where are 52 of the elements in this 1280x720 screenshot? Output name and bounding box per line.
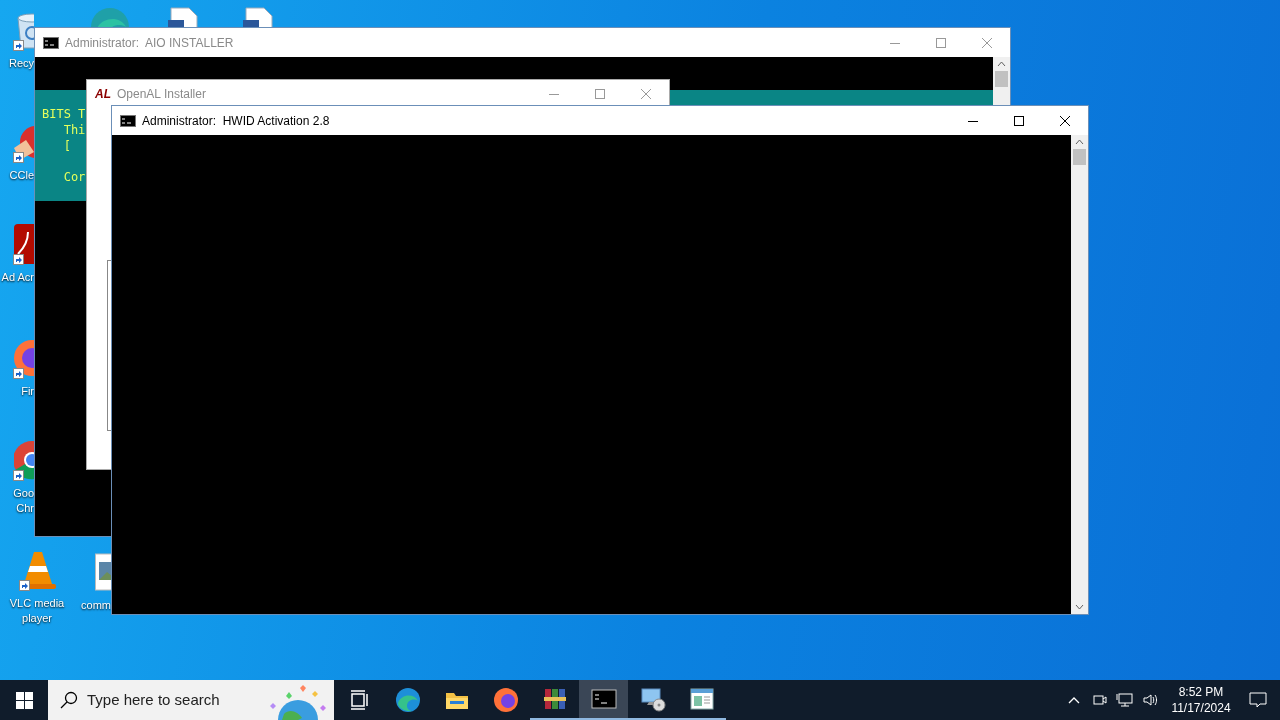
maximize-icon [1014, 115, 1024, 126]
shortcut-label: Recy [7, 56, 34, 71]
clock-date: 11/17/2024 [1171, 700, 1231, 716]
console-icon [590, 686, 617, 712]
maximize-icon [936, 37, 946, 48]
console-line: Cor [62, 169, 86, 185]
window-title: OpenAL Installer [117, 85, 206, 103]
shortcut-label: CCle [8, 168, 34, 183]
shortcut-label: VLC media player [8, 596, 66, 626]
application-window-icon [688, 686, 715, 712]
firefox-icon [492, 687, 519, 713]
archive-books-icon [541, 686, 568, 712]
close-icon [1060, 115, 1070, 126]
console-line: [ [62, 138, 71, 154]
shortcut-label: Fir [20, 384, 34, 399]
speech-bubble-icon [1249, 692, 1267, 708]
console-line: Thi [62, 122, 86, 138]
console-icon [43, 36, 59, 49]
shortcut-arrow-icon [13, 152, 24, 163]
scroll-thumb[interactable] [995, 71, 1008, 87]
console-line: BITS T [42, 106, 86, 122]
taskbar-app-button[interactable] [579, 680, 628, 720]
computer-disc-icon [639, 686, 666, 712]
shortcut-label: comm [80, 598, 111, 613]
desktop-shortcut[interactable]: VLC media player [6, 548, 68, 626]
network-icon[interactable] [1116, 692, 1134, 708]
windows-logo-icon [15, 691, 33, 709]
shortcut-arrow-icon [13, 368, 24, 379]
edge-icon [394, 687, 421, 713]
chevron-up-icon[interactable] [1068, 696, 1080, 704]
shortcut-arrow-icon [13, 470, 24, 481]
shortcut-arrow-icon [19, 580, 30, 591]
camera-icon[interactable] [1092, 692, 1108, 708]
shortcut-label: Ad Acr [0, 270, 34, 285]
console-icon [120, 114, 136, 127]
search-field[interactable]: Type here to search [87, 688, 257, 712]
search-box[interactable]: Type here to search [48, 680, 334, 720]
close-icon [641, 88, 651, 99]
clock[interactable]: 8:52 PM 11/17/2024 [1166, 684, 1236, 716]
shortcut-label: Goo Chr [12, 486, 34, 516]
search-icon [60, 691, 78, 709]
maximize-icon [595, 88, 605, 99]
installer-logo: AL [95, 85, 111, 103]
window-title: Administrator: AIO INSTALLER [65, 34, 234, 52]
scrollbar[interactable] [1071, 135, 1088, 614]
speaker-icon[interactable] [1142, 692, 1160, 708]
clock-time: 8:52 PM [1178, 684, 1224, 700]
shortcut-arrow-icon [13, 40, 24, 51]
close-icon [982, 37, 992, 48]
shortcut-arrow-icon [13, 254, 24, 265]
window-title: Administrator: HWID Activation 2.8 [142, 112, 330, 130]
scroll-thumb[interactable] [1073, 149, 1086, 165]
